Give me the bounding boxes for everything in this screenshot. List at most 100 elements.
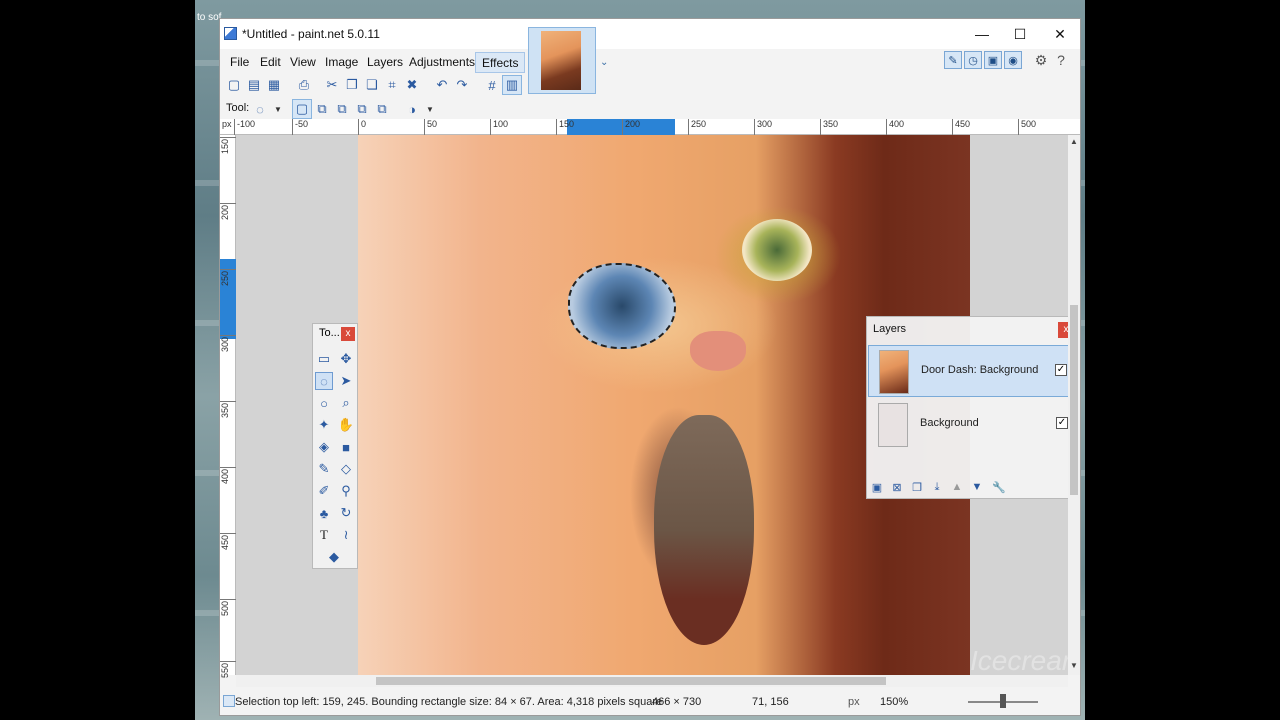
add-layer-icon[interactable]: ▣ (869, 479, 885, 495)
save-icon[interactable]: ▦ (264, 75, 284, 95)
close-button[interactable]: ✕ (1040, 19, 1080, 49)
gradient-icon[interactable]: ■ (337, 438, 355, 456)
move-layer-down-icon[interactable]: ▼ (969, 479, 985, 495)
ruler-tick: 450 (220, 533, 236, 550)
maximize-button[interactable]: ☐ (1000, 19, 1040, 49)
paintbrush-icon[interactable]: ✎ (315, 460, 333, 478)
chevron-down-icon[interactable]: ⌄ (600, 57, 608, 68)
crop-icon[interactable]: ⌗ (382, 75, 402, 95)
cut-icon[interactable]: ✂ (322, 75, 342, 95)
menu-edit[interactable]: Edit (254, 52, 287, 73)
grid-icon[interactable]: # (482, 75, 502, 95)
settings-icon[interactable]: ⚙ (1032, 51, 1050, 69)
clone-stamp-icon[interactable]: ♣ (315, 504, 333, 522)
color-picker-icon[interactable]: ⚲ (337, 482, 355, 500)
pencil-icon[interactable]: ✐ (315, 482, 333, 500)
open-icon[interactable]: ▤ (244, 75, 264, 95)
undo-icon[interactable]: ↶ (432, 75, 452, 95)
move-selection-icon[interactable]: ➤ (337, 372, 355, 390)
layer-row[interactable]: Door Dash: Background ✓ (868, 345, 1068, 397)
zoom-icon[interactable]: ⌕ (337, 394, 355, 412)
move-layer-up-icon[interactable]: ▲ (949, 479, 965, 495)
menu-view[interactable]: View (284, 52, 322, 73)
history-toggle-icon[interactable]: ◷ (964, 51, 982, 69)
layers-toggle-icon[interactable]: ▣ (984, 51, 1002, 69)
ruler-tick: 200 (622, 119, 640, 135)
layer-properties-icon[interactable]: 🔧 (991, 479, 1007, 495)
menu-file[interactable]: File (224, 52, 255, 73)
chevron-down-icon[interactable]: ▼ (420, 99, 440, 119)
scroll-up-icon[interactable]: ▲ (1068, 137, 1080, 149)
selection-mode-union-icon[interactable]: ⧉ (312, 99, 332, 119)
vertical-ruler: 150 200 250 300 350 400 450 500 550 (220, 135, 236, 678)
zoom-slider-handle[interactable] (1000, 694, 1006, 708)
scroll-down-icon[interactable]: ▼ (1068, 661, 1080, 673)
selection-info: Selection top left: 159, 245. Bounding r… (235, 696, 663, 708)
eraser-icon[interactable]: ◇ (337, 460, 355, 478)
vertical-scroll-thumb[interactable] (1070, 305, 1078, 495)
main-toolbar: ▢ ▤ ▦ ⎙ ✂ ❐ ❏ ⌗ ✖ ↶ ↷ # ▥ (224, 75, 524, 97)
canvas-area[interactable]: Icecream To... x ▭ ✥ ◌ ➤ ○ ⌕ ✦ ✋ ◈ ■ ✎ ◇… (236, 135, 1068, 675)
shapes-icon[interactable]: ◆ (325, 548, 343, 566)
redo-icon[interactable]: ↷ (452, 75, 472, 95)
pan-icon[interactable]: ✋ (337, 416, 355, 434)
move-selected-icon[interactable]: ✥ (337, 350, 355, 368)
text-icon[interactable]: T (315, 526, 333, 544)
menu-layers[interactable]: Layers (361, 52, 409, 73)
tools-panel-close-button[interactable]: x (341, 327, 355, 341)
mouse-figure (654, 415, 754, 645)
help-icon[interactable]: ? (1052, 51, 1070, 69)
tools-panel: To... x ▭ ✥ ◌ ➤ ○ ⌕ ✦ ✋ ◈ ■ ✎ ◇ ✐ ⚲ ♣ ↻ … (312, 323, 358, 569)
selection-mode-invert-icon[interactable]: ⧉ (372, 99, 392, 119)
window-title: *Untitled - paint.net 5.0.11 (242, 27, 380, 41)
layer-visibility-checkbox[interactable]: ✓ (1055, 364, 1067, 376)
image-tab-thumbnail[interactable] (528, 27, 596, 94)
copy-icon[interactable]: ❐ (342, 75, 362, 95)
horizontal-scrollbar[interactable] (236, 675, 1068, 687)
colors-toggle-icon[interactable]: ◉ (1004, 51, 1022, 69)
paste-icon[interactable]: ❏ (362, 75, 382, 95)
vertical-scrollbar[interactable]: ▲ ▼ (1068, 135, 1080, 675)
tools-toggle-icon[interactable]: ✎ (944, 51, 962, 69)
paint-bucket-icon[interactable]: ◈ (315, 438, 333, 456)
titlebar: *Untitled - paint.net 5.0.11 — ☐ ✕ (220, 19, 1080, 49)
horizontal-scroll-thumb[interactable] (376, 677, 886, 685)
print-icon[interactable]: ⎙ (294, 75, 314, 95)
ruler-tick: 300 (754, 119, 772, 135)
chevron-down-icon[interactable]: ▼ (268, 99, 288, 119)
ruler-tick: 450 (952, 119, 970, 135)
ruler-icon[interactable]: ▥ (502, 75, 522, 95)
tool-label: Tool: (226, 102, 250, 114)
selection-mode-replace-icon[interactable]: ▢ (292, 99, 312, 119)
lasso-selection[interactable] (568, 263, 676, 349)
ruler-selection-highlight (567, 119, 675, 135)
recolor-icon[interactable]: ↻ (337, 504, 355, 522)
menu-adjustments[interactable]: Adjustments (403, 52, 481, 73)
magic-wand-icon[interactable]: ✦ (315, 416, 333, 434)
duplicate-layer-icon[interactable]: ❐ (909, 479, 925, 495)
deselect-icon[interactable]: ✖ (402, 75, 422, 95)
selection-mode-exclude-icon[interactable]: ⧉ (332, 99, 352, 119)
desktop-corner-text: to sof (197, 12, 222, 23)
selection-mode-intersect-icon[interactable]: ⧉ (352, 99, 372, 119)
delete-layer-icon[interactable]: ⊠ (889, 479, 905, 495)
layers-panel-title: Layers (873, 323, 907, 335)
minimize-button[interactable]: — (962, 19, 1002, 49)
lasso-select-icon[interactable]: ◌ (315, 372, 333, 390)
lasso-icon[interactable]: ◌ (250, 99, 270, 119)
unit-selector[interactable]: px (848, 696, 860, 708)
zoom-level[interactable]: 150% (880, 696, 908, 708)
layer-visibility-checkbox[interactable]: ✓ (1056, 417, 1068, 429)
ellipse-select-icon[interactable]: ○ (315, 394, 333, 412)
menu-effects[interactable]: Effects (475, 52, 526, 73)
selection-quality-icon[interactable]: ◑ (402, 99, 422, 119)
ruler-tick: 0 (358, 119, 366, 135)
menu-image[interactable]: Image (319, 52, 364, 73)
merge-layer-icon[interactable]: ⤓ (929, 479, 945, 495)
ruler-tick: 500 (220, 599, 236, 616)
rectangle-select-icon[interactable]: ▭ (315, 350, 333, 368)
new-icon[interactable]: ▢ (224, 75, 244, 95)
layers-panel-close-button[interactable]: x (1058, 322, 1068, 338)
line-curve-icon[interactable]: ≀ (337, 526, 355, 544)
layer-row[interactable]: Background ✓ (868, 399, 1068, 451)
